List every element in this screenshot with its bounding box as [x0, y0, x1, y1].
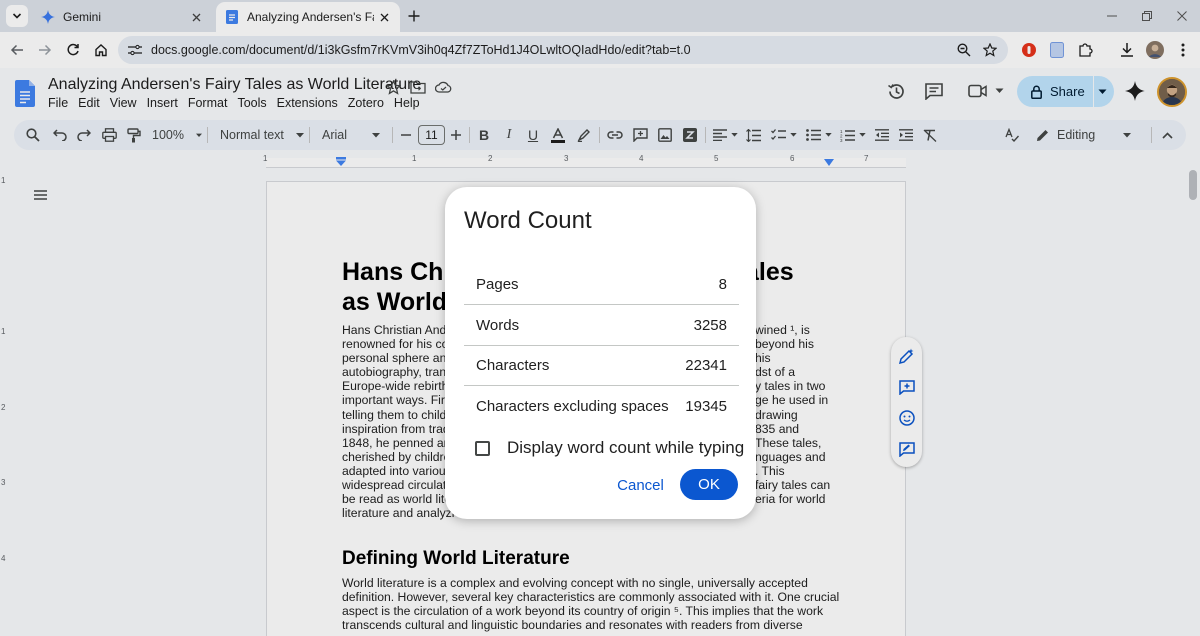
stat-label: Characters — [476, 357, 550, 374]
stat-label: Words — [476, 317, 520, 334]
stat-row-pages: Pages 8 — [464, 264, 739, 305]
display-word-count-option[interactable]: Display word count while typing — [475, 437, 755, 459]
stat-row-words: Words 3258 — [464, 305, 739, 346]
stat-row-characters-no-spaces: Characters excluding spaces 19345 — [464, 386, 739, 427]
word-count-dialog: Word Count Pages 8 Words 3258 Characters… — [445, 187, 756, 519]
stat-label: Characters excluding spaces — [476, 398, 669, 415]
stat-row-characters: Characters 22341 — [464, 345, 739, 386]
cancel-button[interactable]: Cancel — [612, 472, 669, 498]
ok-button[interactable]: OK — [680, 469, 738, 500]
stat-value: 22341 — [685, 357, 727, 374]
checkbox-label: Display word count while typing — [507, 438, 745, 457]
stat-value: 3258 — [693, 317, 727, 334]
stat-label: Pages — [476, 276, 519, 293]
dialog-title: Word Count — [464, 207, 592, 234]
stat-value: 8 — [718, 276, 727, 293]
stat-value: 19345 — [685, 398, 727, 415]
display-word-count-checkbox[interactable] — [475, 440, 490, 456]
